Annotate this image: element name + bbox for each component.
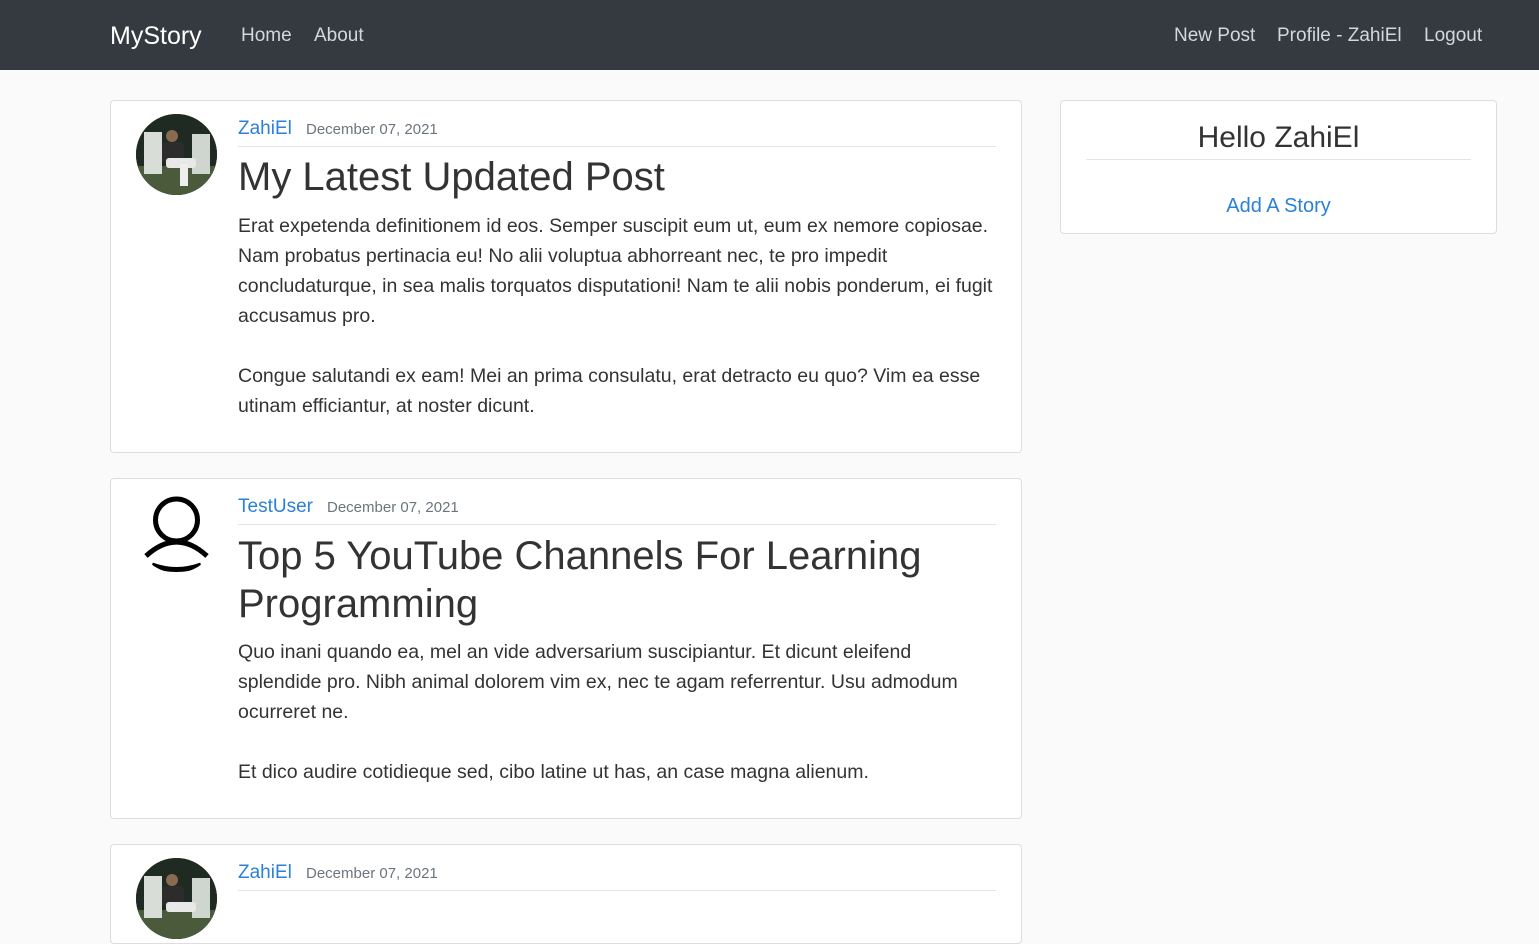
nav-profile-link[interactable]: Profile - ZahiEl (1277, 23, 1402, 49)
post-card: ZahiEl December 07, 2021 My Latest Updat… (110, 100, 1022, 453)
sidebar-greeting: Hello ZahiEl (1197, 121, 1360, 154)
user-photo-icon (136, 114, 217, 195)
post-meta: ZahiEl December 07, 2021 (238, 858, 996, 891)
brand-logo-link[interactable]: MyStory (110, 20, 202, 52)
post-paragraph: Erat expetenda definitionem id eos. Semp… (238, 215, 993, 327)
sidebar-divider (1086, 159, 1471, 160)
post-paragraph: Congue salutandi ex eam! Mei an prima co… (238, 365, 981, 417)
author-avatar-photo (136, 114, 217, 195)
nav-about-link[interactable]: About (314, 23, 364, 49)
post-meta: ZahiEl December 07, 2021 (238, 114, 996, 147)
post-title-link[interactable]: My Latest Updated Post (238, 153, 998, 201)
nav-home-link[interactable]: Home (241, 23, 292, 49)
post-card: TestUser December 07, 2021 Top 5 YouTube… (110, 478, 1022, 819)
post-date: December 07, 2021 (306, 121, 438, 138)
post-author-link[interactable]: ZahiEl (238, 116, 292, 142)
post-date: December 07, 2021 (327, 499, 459, 516)
post-author-link[interactable]: TestUser (238, 494, 313, 520)
post-author-link[interactable]: ZahiEl (238, 860, 292, 886)
user-photo-icon (136, 858, 217, 939)
post-title-link[interactable]: Top 5 YouTube Channels For Learning Prog… (238, 532, 998, 628)
post-date: December 07, 2021 (306, 865, 438, 882)
post-card: ZahiEl December 07, 2021 (110, 844, 1022, 944)
add-story-link[interactable]: Add A Story (1086, 193, 1471, 219)
sidebar-card: Hello ZahiEl Add A Story (1060, 100, 1497, 234)
top-navbar: MyStory Home About New Post Profile - Za… (0, 0, 1539, 70)
default-user-icon (144, 496, 209, 572)
post-meta: TestUser December 07, 2021 (238, 492, 996, 525)
nav-new-post-link[interactable]: New Post (1174, 23, 1255, 49)
post-paragraph: Et dico audire cotidieque sed, cibo lati… (238, 761, 869, 783)
author-avatar-photo (136, 858, 217, 939)
post-paragraph: Quo inani quando ea, mel an vide adversa… (238, 641, 958, 723)
nav-logout-link[interactable]: Logout (1424, 23, 1482, 49)
author-avatar-default (136, 492, 217, 573)
